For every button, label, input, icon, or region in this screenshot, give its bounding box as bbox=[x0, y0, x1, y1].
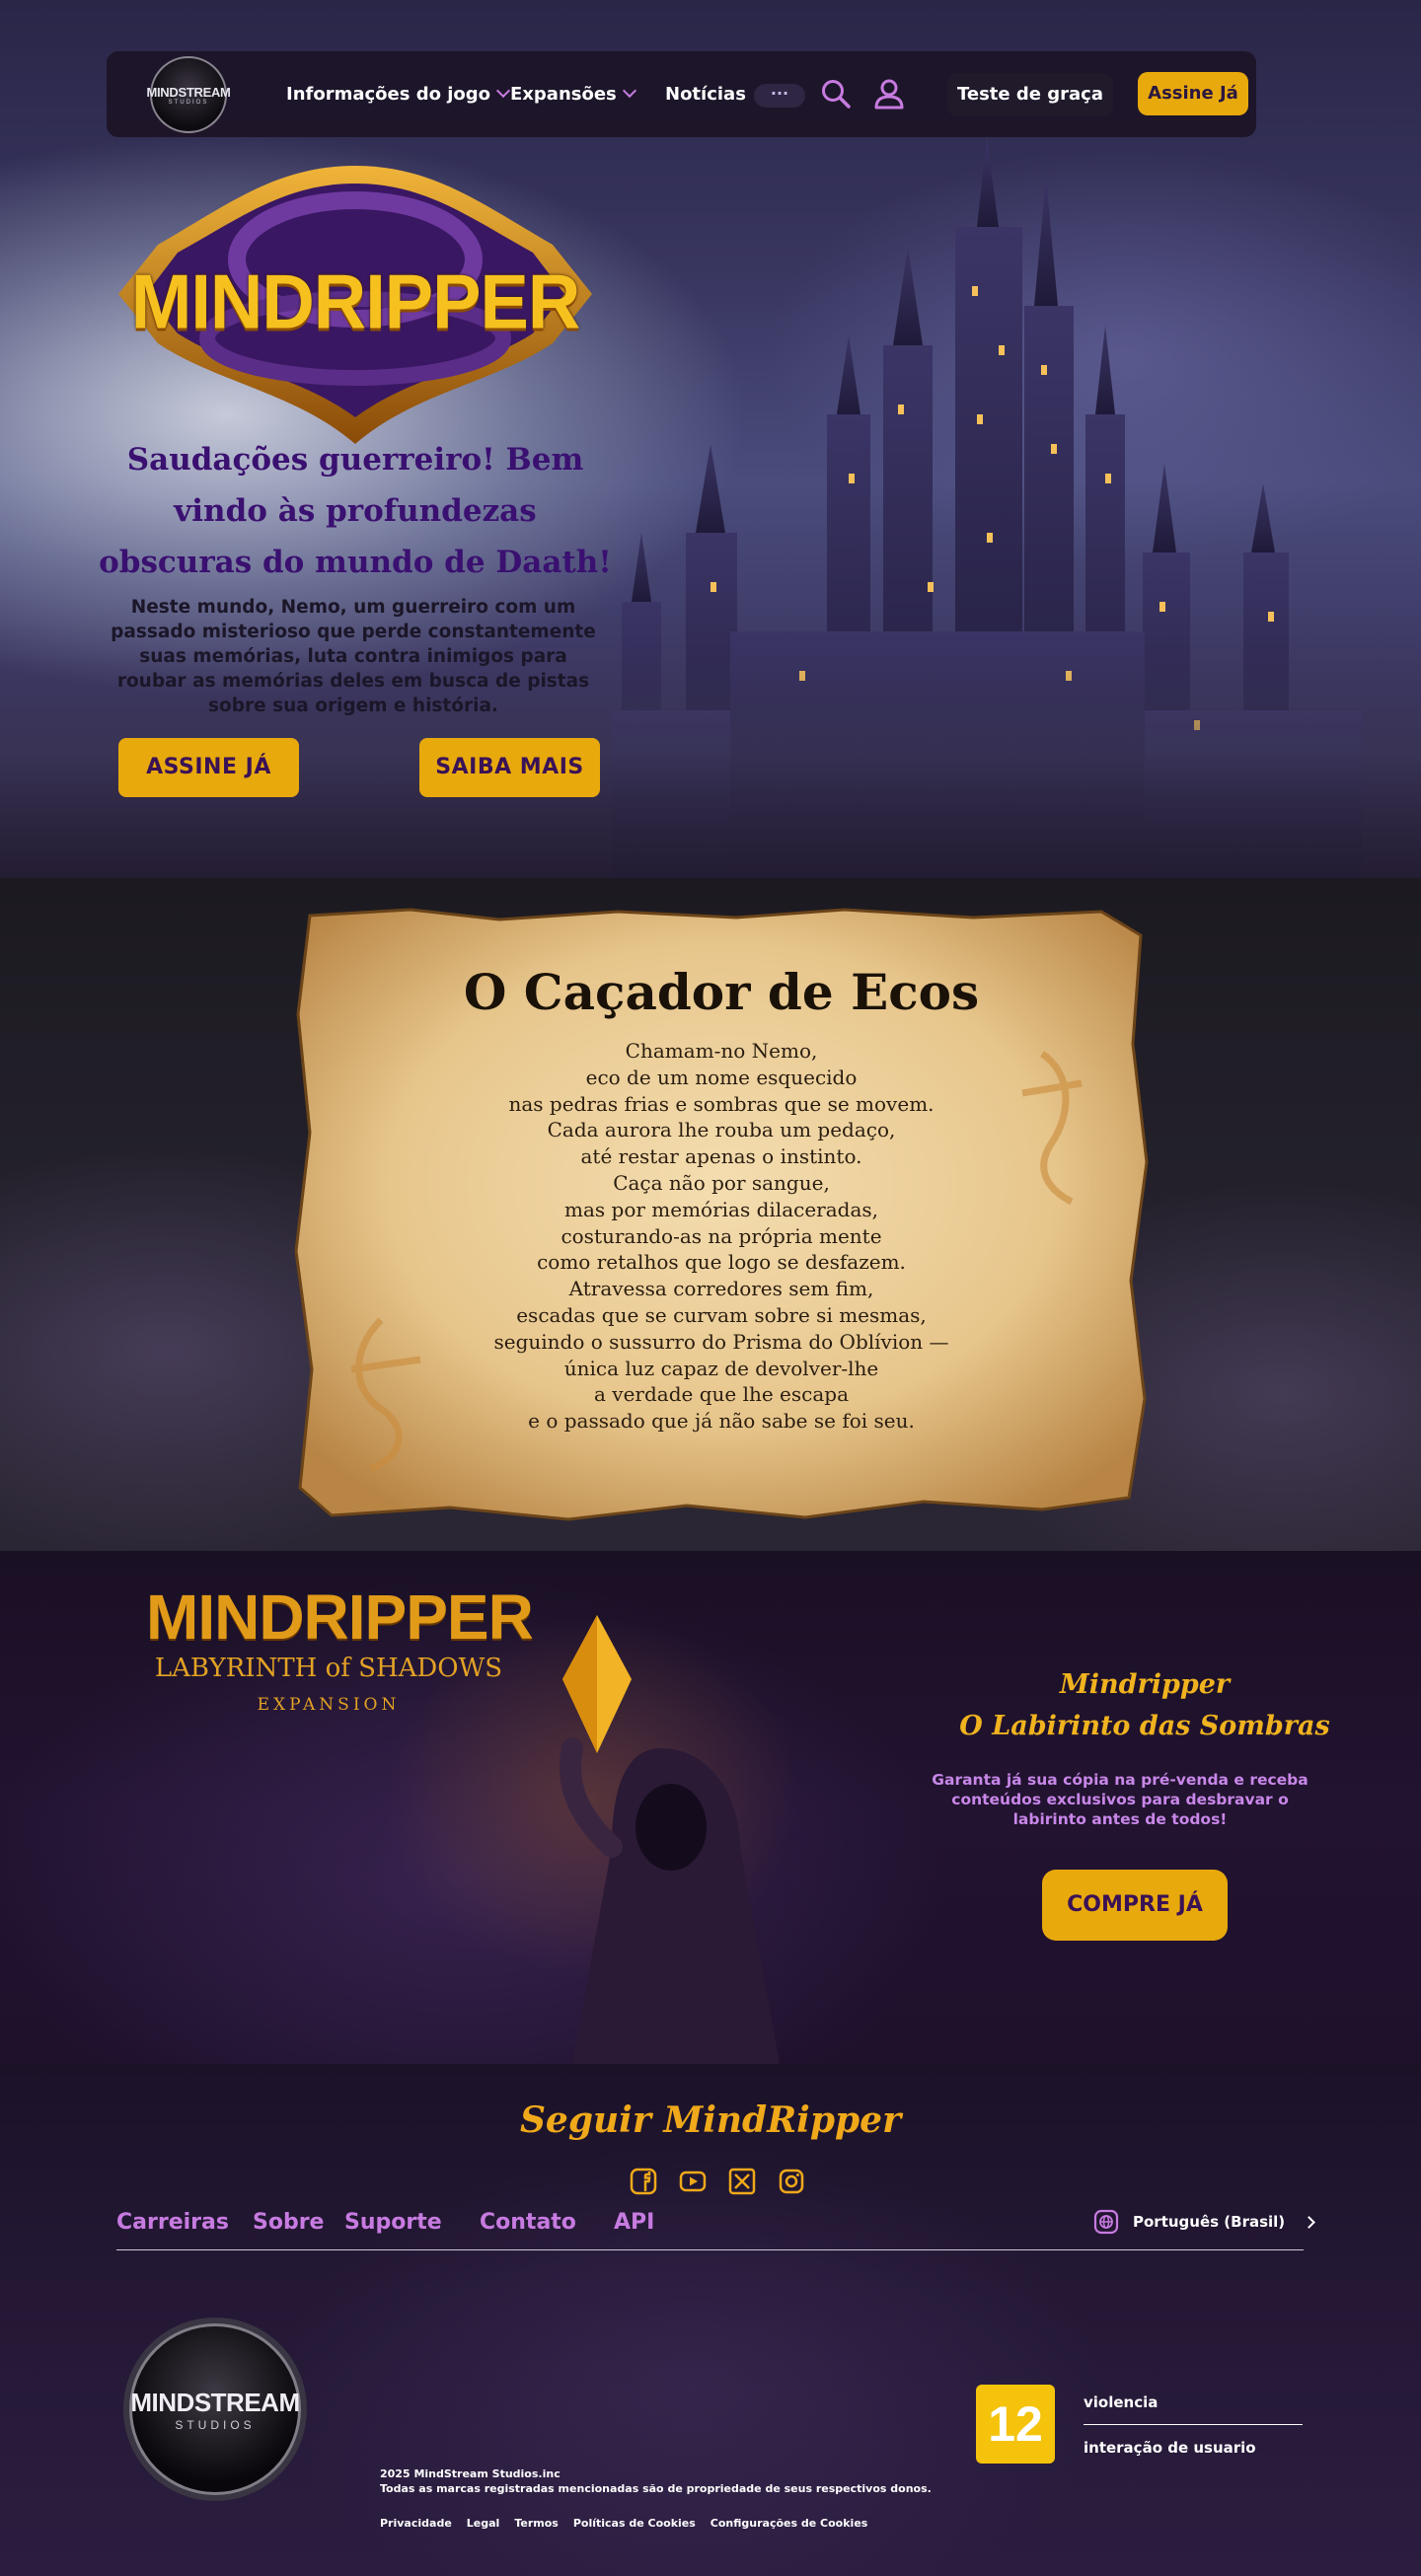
poem-line: nas pedras frias e sombras que se movem. bbox=[508, 1091, 935, 1116]
expansion-title-line2: O Labirinto das Sombras bbox=[959, 1711, 1330, 1741]
poem-line: única luz capaz de devolver-lhe bbox=[563, 1356, 879, 1380]
rating-descriptor-interaction: interação de usuario bbox=[1084, 2439, 1256, 2457]
instagram-icon[interactable] bbox=[777, 2167, 806, 2196]
legal-link-cookie-policy[interactable]: Políticas de Cookies bbox=[573, 2517, 696, 2530]
hero-learn-more-button[interactable]: SAIBA MAIS bbox=[419, 738, 600, 797]
poem-line: Chamam-no Nemo, bbox=[625, 1039, 818, 1063]
poem-line: a verdade que lhe escapa bbox=[594, 1382, 849, 1407]
expansion-logo-small: EXPANSION bbox=[257, 1695, 401, 1715]
footer-link-api[interactable]: API bbox=[614, 2210, 654, 2235]
facebook-icon[interactable] bbox=[629, 2167, 658, 2196]
language-label: Português (Brasil) bbox=[1133, 2213, 1286, 2231]
poem-title: O Caçador de Ecos bbox=[463, 963, 980, 1021]
legal-link-legal[interactable]: Legal bbox=[467, 2517, 500, 2530]
nav-game-info-label: Informações do jogo bbox=[286, 83, 491, 105]
legal-links: Privacidade Legal Termos Políticas de Co… bbox=[380, 2517, 867, 2530]
expansion-section: MINDRIPPER LABYRINTH of SHADOWS EXPANSIO… bbox=[0, 1551, 1421, 2064]
chevron-down-icon bbox=[622, 83, 636, 99]
search-icon[interactable] bbox=[819, 77, 853, 110]
globe-icon bbox=[1093, 2209, 1119, 2235]
hero-subscribe-button[interactable]: ASSINE JÁ bbox=[118, 738, 299, 797]
poem-line: eco de um nome esquecido bbox=[585, 1065, 858, 1089]
studio-logo-line1: MINDSTREAM bbox=[146, 84, 231, 100]
studio-logo-large-line1: MINDSTREAM bbox=[130, 2387, 300, 2417]
poem-line: Cada aurora lhe rouba um pedaço, bbox=[547, 1118, 896, 1142]
hooded-figure-illustration bbox=[560, 1737, 780, 2064]
poem-body: Chamam-no Nemo, eco de um nome esquecido… bbox=[292, 1038, 1151, 1435]
expansion-description: Garanta já sua cópia na pré-venda e rece… bbox=[932, 1771, 1309, 1828]
poem-line: até restar apenas o instinto. bbox=[580, 1144, 862, 1169]
social-links bbox=[629, 2167, 806, 2196]
studio-logo-large-line2: STUDIOS bbox=[175, 2417, 256, 2432]
nav-expansions[interactable]: Expansões bbox=[510, 81, 636, 107]
legal-link-privacy[interactable]: Privacidade bbox=[380, 2517, 452, 2530]
user-icon[interactable] bbox=[872, 77, 906, 110]
game-logo-text: MINDRIPPER bbox=[130, 258, 581, 345]
studio-logo-line2: STUDIOS bbox=[168, 99, 209, 106]
nav-game-info[interactable]: Informações do jogo bbox=[286, 81, 511, 107]
expansion-title-line1: Mindripper bbox=[1059, 1669, 1231, 1700]
site-footer: Seguir MindRipper Carreiras Sobre Suport… bbox=[0, 2064, 1421, 2576]
chevron-down-icon bbox=[495, 83, 511, 99]
poem-line: Caça não por sangue, bbox=[613, 1170, 830, 1195]
expansion-title: Mindripper O Labirinto das Sombras bbox=[928, 1664, 1362, 1747]
nav-more-button[interactable]: ··· bbox=[754, 84, 805, 108]
footer-link-contact[interactable]: Contato bbox=[480, 2210, 576, 2235]
buy-now-button[interactable]: COMPRE JÁ bbox=[1042, 1870, 1228, 1941]
rights-text: Todas as marcas registradas mencionadas … bbox=[380, 2482, 932, 2495]
x-icon[interactable] bbox=[727, 2167, 757, 2196]
copyright-text: 2025 MindStream Studios.inc bbox=[380, 2467, 561, 2480]
free-trial-button[interactable]: Teste de graça bbox=[947, 73, 1113, 116]
nav-news[interactable]: Notícias bbox=[665, 81, 746, 107]
language-selector[interactable]: Português (Brasil) bbox=[1093, 2209, 1316, 2235]
studio-logo-large[interactable]: MINDSTREAM STUDIOS bbox=[129, 2323, 301, 2495]
age-rating-badge: 12 bbox=[976, 2385, 1055, 2464]
footer-link-about[interactable]: Sobre bbox=[253, 2210, 324, 2235]
legal-link-terms[interactable]: Termos bbox=[514, 2517, 559, 2530]
poem-line: mas por memórias dilaceradas, bbox=[564, 1197, 878, 1221]
hero-description: Neste mundo, Nemo, um guerreiro com um p… bbox=[111, 597, 596, 716]
top-navbar: MINDSTREAM STUDIOS Informações do jogo E… bbox=[107, 51, 1256, 137]
expansion-logo-title: MINDRIPPER bbox=[146, 1582, 534, 1653]
subscribe-nav-button[interactable]: Assine Já bbox=[1138, 72, 1248, 115]
chevron-right-icon bbox=[1303, 2215, 1316, 2229]
rating-divider bbox=[1084, 2424, 1303, 2425]
nav-expansions-label: Expansões bbox=[510, 83, 617, 105]
poem-line: como retalhos que logo se desfazem. bbox=[537, 1250, 906, 1275]
poem-line: escadas que se curvam sobre si mesmas, bbox=[516, 1302, 927, 1327]
game-logo-emblem: MINDRIPPER bbox=[118, 166, 592, 444]
hero-section: MINDSTREAM STUDIOS Informações do jogo E… bbox=[0, 0, 1421, 878]
poem-line: costurando-as na própria mente bbox=[561, 1223, 882, 1248]
footer-divider bbox=[116, 2249, 1304, 2250]
poem-line: seguindo o sussurro do Prisma do Oblívio… bbox=[493, 1329, 949, 1354]
studio-logo[interactable]: MINDSTREAM STUDIOS bbox=[146, 56, 231, 133]
poem-line: Atravessa corredores sem fim, bbox=[568, 1277, 874, 1301]
footer-link-support[interactable]: Suporte bbox=[344, 2210, 442, 2235]
expansion-logo-subtitle: LABYRINTH of SHADOWS bbox=[154, 1654, 503, 1683]
poem-section: O Caçador de Ecos Chamam-no Nemo, eco de… bbox=[0, 878, 1421, 1551]
hero-title: Saudações guerreiro! Bem vindo às profun… bbox=[99, 442, 612, 580]
follow-title: Seguir MindRipper bbox=[519, 2099, 902, 2141]
copyright-block: 2025 MindStream Studios.inc Todas as mar… bbox=[380, 2466, 972, 2496]
footer-link-careers[interactable]: Carreiras bbox=[116, 2210, 229, 2235]
rating-descriptor-violence: violencia bbox=[1084, 2393, 1159, 2411]
poem-line: e o passado que já não sabe se foi seu. bbox=[528, 1409, 915, 1434]
nav-news-label: Notícias bbox=[665, 83, 746, 105]
legal-link-cookie-settings[interactable]: Configurações de Cookies bbox=[710, 2517, 868, 2530]
youtube-icon[interactable] bbox=[678, 2167, 708, 2196]
